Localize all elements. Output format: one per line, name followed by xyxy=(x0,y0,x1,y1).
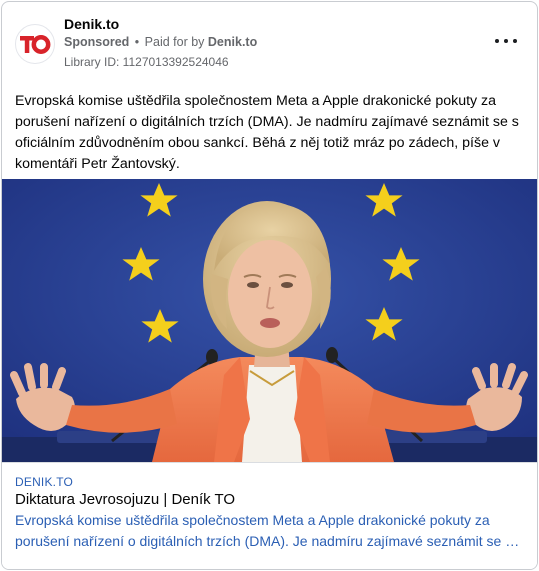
post-image[interactable] xyxy=(2,179,537,462)
link-preview[interactable]: DENIK.TO Diktatura Jevrosojuzu | Deník T… xyxy=(2,462,537,569)
library-id: Library ID: 1127013392524046 xyxy=(64,55,229,69)
paid-for-by[interactable]: Denik.to xyxy=(208,35,257,49)
sponsored-line: Sponsored • Paid for by Denik.to xyxy=(64,35,257,49)
post-header: Denik.to Sponsored • Paid for by Denik.t… xyxy=(2,2,537,82)
sponsored-label: Sponsored xyxy=(64,35,130,49)
page-name[interactable]: Denik.to xyxy=(64,16,119,32)
denik-to-logo xyxy=(20,35,51,54)
more-options-button[interactable] xyxy=(495,32,517,50)
paid-for-prefix: Paid for by xyxy=(144,35,205,49)
post-text: Evropská komise uštědřila společnostem M… xyxy=(15,93,519,172)
link-domain[interactable]: DENIK.TO xyxy=(15,475,73,489)
ad-card: Denik.to Sponsored • Paid for by Denik.t… xyxy=(1,1,538,570)
separator-dot: • xyxy=(134,35,140,49)
page-avatar[interactable] xyxy=(15,24,55,64)
eu-speaker-photo xyxy=(2,179,537,462)
link-description[interactable]: Evropská komise uštědřila společnostem M… xyxy=(15,510,525,552)
link-title[interactable]: Diktatura Jevrosojuzu | Deník TO xyxy=(15,491,235,508)
more-options-icon xyxy=(495,39,499,43)
